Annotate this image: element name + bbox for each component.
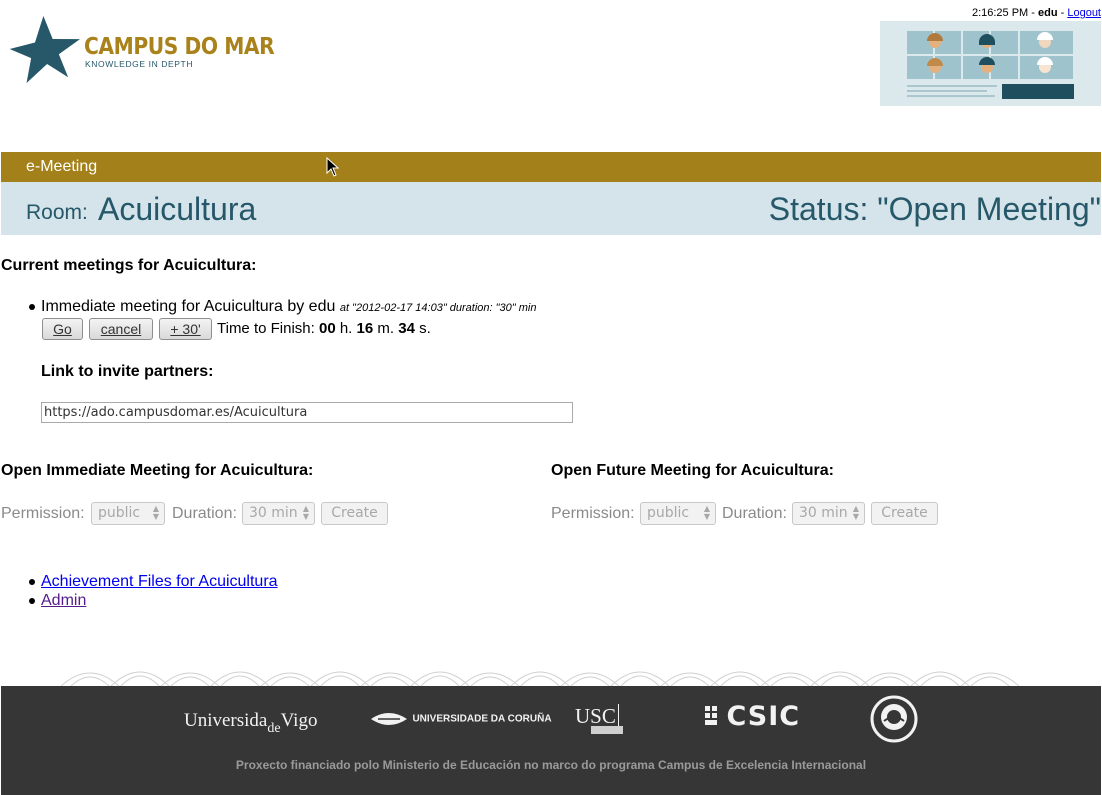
updown-arrow-icon: ▲ ▼ [302,504,309,521]
hours-unit: h. [339,320,353,337]
csic-logo[interactable]: CSIC [704,703,800,730]
updown-arrow-icon: ▲ ▼ [152,504,159,521]
seal-icon [870,695,918,743]
achievement-files-link[interactable]: Achievement Files for Acuicultura [41,573,278,591]
minutes-value: 16 [356,320,374,337]
username: edu [1038,7,1058,19]
user-status-line: 2:16:25 PM - edu - Logout [972,7,1101,19]
section-title-bar: e-Meeting [1,152,1101,182]
time-to-finish-label: Time to Finish: [217,320,315,337]
separator: - [1057,7,1068,19]
decorative-waves [60,671,1020,687]
universidade-da-coruna-logo[interactable]: UNIVERSIDADE DA CORUÑA [370,710,552,728]
open-immediate-heading: Open Immediate Meeting for Acuicultura: [1,462,314,479]
room-header: Room: Acuicultura Status: "Open Meeting" [1,182,1101,235]
list-bullet [29,598,35,604]
csic-emblem-icon [705,706,717,725]
minutes-unit: m. [377,320,395,337]
usc-logo[interactable]: USC [575,704,623,734]
separator: - [1028,7,1038,19]
funding-note: Proxecto financiado polo Ministerio de E… [235,758,867,772]
room-label: Room: [26,201,88,224]
open-future-heading: Open Future Meeting for Acuicultura: [551,462,834,479]
institutional-seal-logo[interactable] [870,695,918,748]
cancel-button[interactable]: cancel [89,318,153,340]
invite-link-field[interactable] [41,402,573,423]
extend-30-button[interactable]: + 30' [159,318,212,340]
logout-link[interactable]: Logout [1067,7,1101,19]
seconds-value: 34 [398,320,415,337]
room-name: Acuicultura [98,191,257,227]
section-title: e-Meeting [26,158,98,175]
permission-select[interactable]: public ▲ ▼ [91,502,165,525]
seconds-unit: s. [419,320,431,337]
time-to-finish: Time to Finish: 00 h. 16 m. 34 s. [217,320,431,337]
page-header: CAMPUS DO MAR KNOWLEDGE IN DEPTH 2:16:25… [0,0,1102,150]
list-bullet [29,304,35,310]
participant-faces-icon [927,32,1053,73]
starfish-icon [9,16,80,84]
create-future-button[interactable]: Create [871,502,938,525]
permission-label: Permission: [551,505,635,522]
hours-value: 00 [318,320,336,337]
universidade-de-vigo-logo[interactable]: UniversidadeVigo [184,710,317,736]
campus-do-mar-logo[interactable]: CAMPUS DO MAR KNOWLEDGE IN DEPTH [8,14,275,84]
meeting-title: Immediate meeting for Acuicultura by edu [41,298,336,315]
udc-emblem-icon [371,713,407,725]
updown-arrow-icon: ▲ ▼ [852,504,859,521]
room-status: Status: "Open Meeting" [768,191,1101,227]
mouse-cursor-icon [326,157,340,177]
invite-link-heading: Link to invite partners: [41,363,214,380]
logo-title: CAMPUS DO MAR [84,34,275,60]
duration-label: Duration: [172,505,237,522]
list-bullet [29,579,35,585]
logo-tagline: KNOWLEDGE IN DEPTH [85,59,194,69]
admin-link[interactable]: Admin [41,592,86,610]
current-meetings-heading: Current meetings for Acuicultura: [1,257,257,274]
meeting-participants-illustration [880,21,1101,106]
go-button[interactable]: Go [42,318,83,340]
meeting-item: Immediate meeting for Acuicultura by edu… [41,298,536,316]
create-immediate-button[interactable]: Create [321,502,388,525]
duration-label: Duration: [722,505,787,522]
permission-label: Permission: [1,505,85,522]
permission-select[interactable]: public ▲ ▼ [640,502,716,525]
updown-arrow-icon: ▲ ▼ [703,504,710,521]
page-footer: UniversidadeVigo UNIVERSIDADE DA CORUÑA … [1,686,1101,795]
duration-select[interactable]: 30 min ▲ ▼ [792,502,865,525]
meeting-meta: at "2012-02-17 14:03" duration: "30" min [339,302,537,314]
clock-text: 2:16:25 PM [971,7,1029,19]
duration-select[interactable]: 30 min ▲ ▼ [242,502,315,525]
